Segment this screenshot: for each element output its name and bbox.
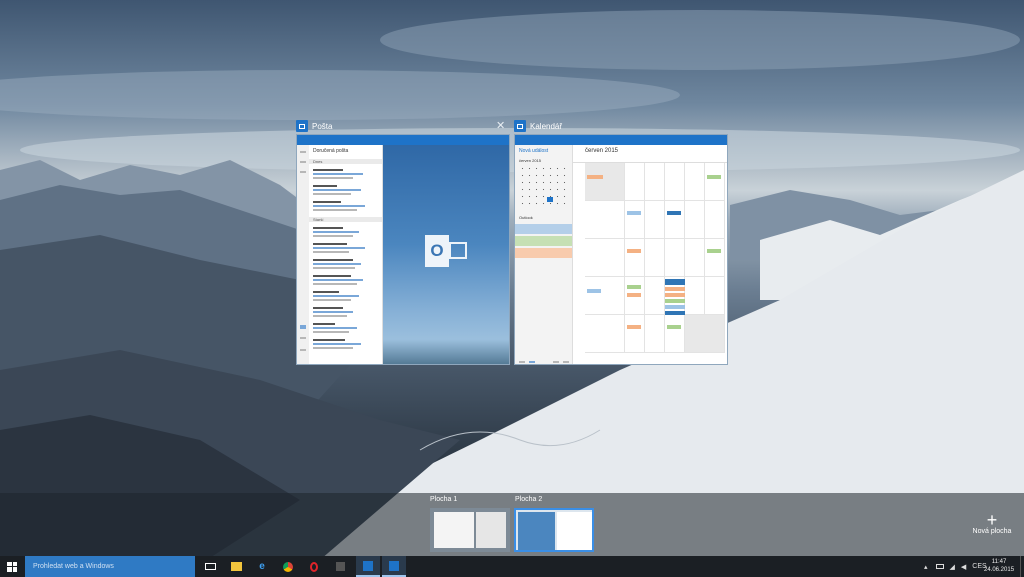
new-desktop-button[interactable]: + Nová plocha [970,510,1014,535]
mail-window-title: Pošta [296,118,332,134]
virtual-desktops-strip [0,493,1024,556]
calendar-month-title: červen 2015 [585,148,619,154]
calendar-app-titlebar [515,135,727,145]
desktop-2-label: Plocha 2 [515,496,543,503]
opera-button[interactable] [302,556,326,577]
plus-icon: + [986,510,998,530]
network-icon[interactable]: ◢ [950,563,955,571]
calendar-window-thumbnail[interactable]: Kalendář Nová událost červen 2015 Outloo… [514,118,728,365]
mini-calendar-grid [519,165,569,205]
mail-window-title-text: Pošta [312,121,333,131]
volume-icon[interactable]: ◀ [961,563,966,571]
file-explorer-button[interactable] [224,556,248,577]
search-placeholder: Prohledat web a Windows [33,563,114,570]
search-box[interactable]: Prohledat web a Windows [25,556,195,577]
calendar-item-green [515,236,572,246]
calendar-taskbar-button[interactable] [382,556,406,577]
mini-calendar-month: červen 2015 [519,158,542,163]
folder-icon [230,562,242,571]
windows-logo-icon [7,561,17,572]
opera-icon [310,561,318,572]
show-desktop-button[interactable] [1020,556,1024,577]
taskbar: Prohledat web a Windows e ▴ ◢ ◀ CES 11:4… [0,556,1024,577]
calendar-item-blue [515,224,572,234]
desktop-1-label: Plocha 1 [430,496,458,503]
chrome-button[interactable] [276,556,300,577]
mail-reading-pane: O [383,145,509,364]
mail-nav-pane [297,145,309,364]
calendar-month-view: červen 2015 [573,145,727,364]
calendar-item-orange [515,248,572,258]
mail-window-thumbnail[interactable]: Pošta ✕ Doručená pošta Dnes Starší O [296,118,510,365]
desktop-2-thumbnail[interactable] [514,508,594,552]
show-hidden-icons-icon[interactable]: ▴ [924,563,928,571]
battery-icon[interactable] [935,564,944,569]
edge-button[interactable]: e [250,556,274,577]
calendar-window-title-text: Kalendář [530,121,563,131]
mail-list-header: Doručená pošta [313,148,349,154]
start-button[interactable] [0,556,24,577]
mail-app-preview: Doručená pošta Dnes Starší O [296,134,510,365]
mail-taskbar-icon [363,560,373,571]
clock[interactable]: 11:47 24.06.2015 [984,558,1014,574]
mail-message-list: Doručená pošta Dnes Starší [309,145,383,364]
clock-time: 11:47 [991,559,1007,565]
mail-section-today: Dnes [313,159,323,164]
desktop-1-thumbnail[interactable] [430,508,510,552]
mail-icon [296,120,308,132]
edge-icon: e [259,561,265,572]
store-icon [335,562,345,571]
store-button[interactable] [328,556,352,577]
mail-taskbar-button[interactable] [356,556,380,577]
task-view-icon [204,563,216,570]
calendar-side-pane: Nová událost červen 2015 Outlook [515,145,573,364]
new-desktop-label: Nová plocha [972,528,1012,535]
outlook-logo-icon: O [425,235,467,267]
close-icon[interactable]: ✕ [496,119,505,132]
task-view-button[interactable] [198,556,222,577]
mail-section-older: Starší [313,217,324,222]
mail-app-titlebar [297,135,509,145]
calendar-window-title: Kalendář [514,118,562,134]
desktop-wallpaper [0,0,1024,577]
new-event-button: Nová událost [519,148,549,154]
system-tray: ▴ ◢ ◀ CES [924,556,987,577]
calendars-title: Outlook [519,215,533,220]
calendar-taskbar-icon [389,560,399,571]
calendar-icon [514,120,526,132]
mini-calendar-today [547,197,553,202]
clock-date: 24.06.2015 [984,567,1015,573]
calendar-app-preview: Nová událost červen 2015 Outlook červen … [514,134,728,365]
chrome-icon [283,561,293,572]
